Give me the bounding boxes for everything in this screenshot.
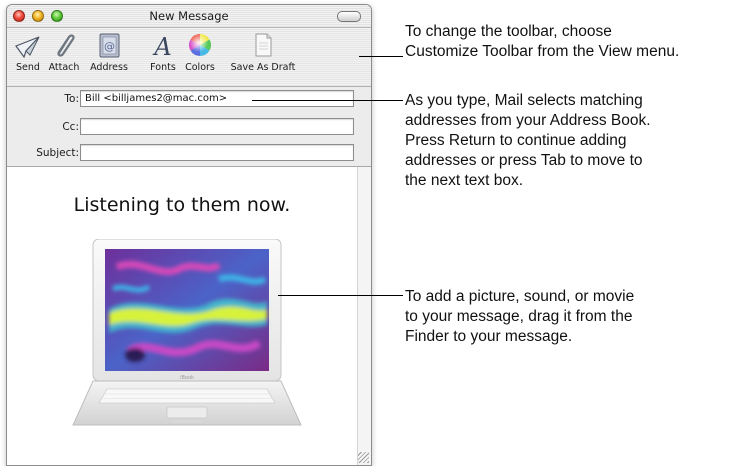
send-icon <box>15 36 40 59</box>
send-button[interactable]: Send <box>13 31 43 73</box>
address-button[interactable]: @ Address <box>87 31 131 73</box>
attach-label: Attach <box>48 62 80 73</box>
new-message-window: New Message Send Attach @ Address A Font… <box>6 4 372 466</box>
message-header-fields: To: Bill <billjames2@mac.com> Cc: Subjec… <box>7 87 371 167</box>
draft-document-icon <box>255 33 272 57</box>
to-label: To: <box>64 93 79 105</box>
resize-grip-icon[interactable] <box>358 452 369 463</box>
colors-button[interactable]: Colors <box>183 31 217 73</box>
colors-label: Colors <box>185 62 215 73</box>
fonts-label: Fonts <box>150 62 176 73</box>
to-field-callout-line <box>252 100 403 101</box>
subject-row: Subject: <box>7 144 371 164</box>
svg-text:A: A <box>152 33 171 59</box>
toolbar-callout-line <box>359 56 403 57</box>
send-label: Send <box>16 62 40 73</box>
save-as-draft-button[interactable]: Save As Draft <box>227 31 299 73</box>
paperclip-icon <box>57 34 75 57</box>
subject-label: Subject: <box>36 147 79 159</box>
to-field[interactable]: Bill <billjames2@mac.com> <box>80 90 354 107</box>
fonts-icon: A <box>152 33 171 59</box>
close-button[interactable] <box>13 10 25 22</box>
address-book-icon: @ <box>99 33 120 58</box>
laptop-brand-label: iBook <box>180 375 194 381</box>
fonts-button[interactable]: A Fonts <box>148 31 178 73</box>
cc-label: Cc: <box>62 121 79 133</box>
minimize-button[interactable] <box>32 10 44 22</box>
toolbar-toggle-button[interactable] <box>337 11 361 22</box>
message-body[interactable]: Listening to them now. iBook <box>7 167 357 465</box>
title-bar[interactable]: New Message <box>7 5 371 28</box>
cc-row: Cc: <box>7 118 371 138</box>
window-title: New Message <box>149 9 229 23</box>
zoom-button[interactable] <box>51 10 63 22</box>
address-callout-text: As you type, Mail selects matching addre… <box>405 92 651 189</box>
address-label: Address <box>90 62 128 73</box>
cc-field[interactable] <box>80 118 354 135</box>
color-wheel-icon <box>189 34 211 56</box>
vertical-scrollbar[interactable] <box>357 167 371 465</box>
toolbar: Send Attach @ Address A Fonts Colors Sav… <box>7 28 371 87</box>
message-headline: Listening to them now. <box>73 194 291 216</box>
attachment-callout-text: To add a picture, sound, or movie to you… <box>405 288 635 345</box>
attach-button[interactable]: Attach <box>45 31 83 73</box>
ibook-laptop-image: iBook <box>72 239 302 426</box>
subject-field[interactable] <box>80 144 354 161</box>
svg-text:@: @ <box>104 40 115 53</box>
save-as-draft-label: Save As Draft <box>230 62 296 73</box>
toolbar-callout-text: To change the toolbar, choose Customize … <box>405 23 680 60</box>
image-callout-line <box>278 295 403 296</box>
